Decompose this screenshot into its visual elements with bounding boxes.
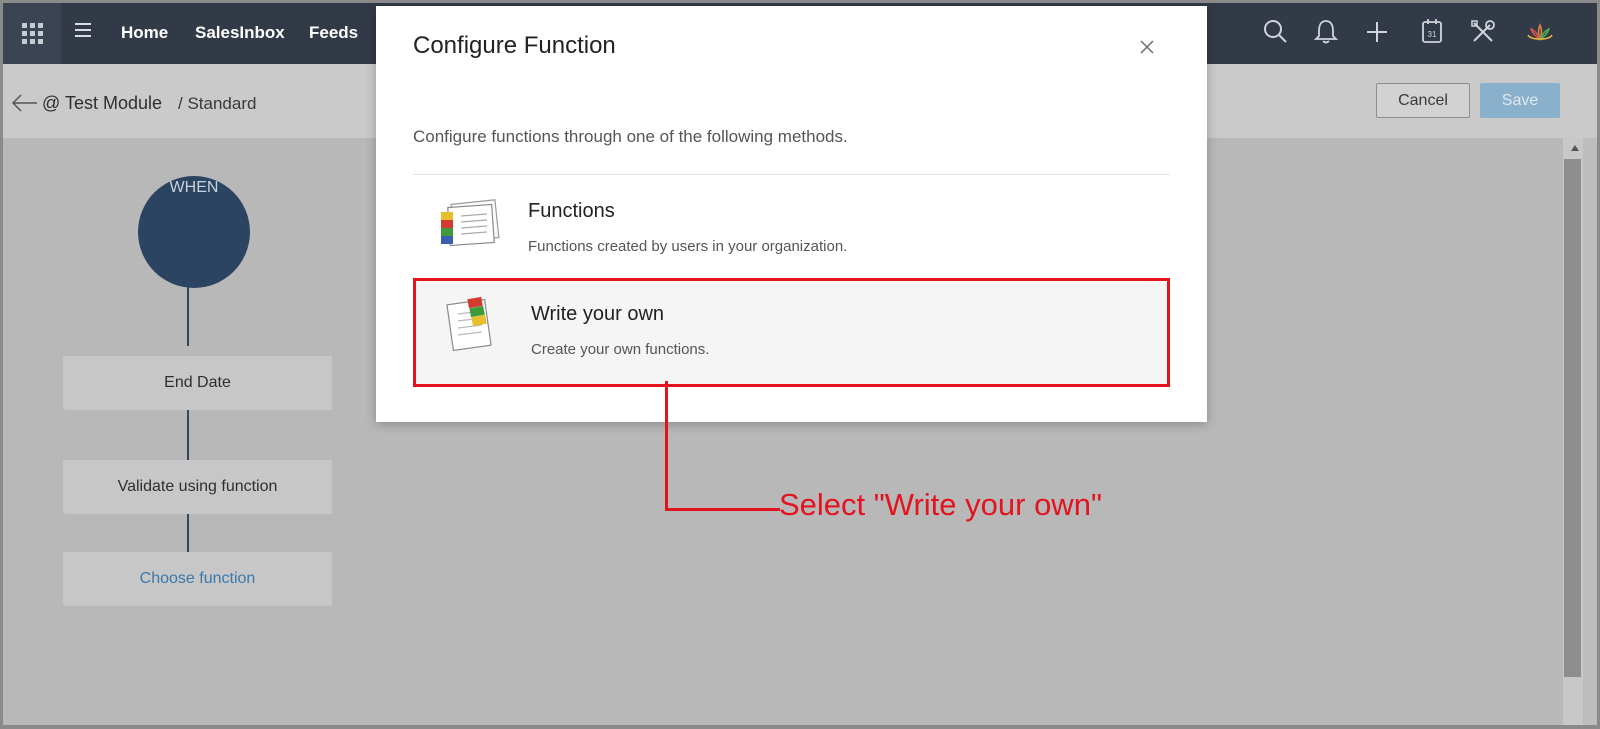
choose-function-link[interactable]: Choose function xyxy=(63,552,332,606)
modal-description: Configure functions through one of the f… xyxy=(413,127,848,146)
nav-salesinbox[interactable]: SalesInbox xyxy=(195,23,285,43)
flow-connector xyxy=(187,410,189,460)
annotation-line-vertical xyxy=(665,381,668,511)
option-functions[interactable]: Functions Functions created by users in … xyxy=(413,176,1170,276)
option-write-title: Write your own xyxy=(531,303,665,325)
flow-connector xyxy=(187,286,189,346)
option-write-your-own[interactable]: Write your own Create your own functions… xyxy=(413,278,1170,387)
app-window: Home SalesInbox Feeds 31 @ Test Module /… xyxy=(0,0,1600,729)
flow-step-end-date[interactable]: End Date xyxy=(63,356,332,410)
save-button[interactable]: Save xyxy=(1480,83,1560,118)
apps-grid-icon[interactable] xyxy=(3,3,61,64)
when-label: WHEN xyxy=(169,179,219,196)
nav-feeds[interactable]: Feeds xyxy=(309,23,358,43)
divider xyxy=(413,174,1170,175)
flow-step-validate[interactable]: Validate using function xyxy=(63,460,332,514)
configure-function-modal: Configure Function Configure functions t… xyxy=(376,6,1207,422)
option-write-subtitle: Create your own functions. xyxy=(531,341,710,358)
annotation-line-horizontal xyxy=(665,508,780,511)
close-icon[interactable] xyxy=(1138,38,1156,56)
nav-home[interactable]: Home xyxy=(121,23,168,43)
menu-icon[interactable] xyxy=(75,23,91,41)
back-arrow-icon[interactable] xyxy=(11,94,39,112)
breadcrumb-layout: / Standard xyxy=(178,94,257,113)
breadcrumb-module[interactable]: @ Test Module xyxy=(42,93,162,114)
plus-icon[interactable] xyxy=(1362,17,1392,47)
scroll-up-arrow-icon[interactable] xyxy=(1571,145,1579,151)
cancel-button[interactable]: Cancel xyxy=(1376,83,1470,118)
logo-icon[interactable] xyxy=(1525,17,1555,47)
flow-connector xyxy=(187,514,189,554)
option-functions-title: Functions xyxy=(528,200,615,222)
scrollbar-thumb[interactable] xyxy=(1564,159,1581,677)
functions-library-icon xyxy=(437,196,501,252)
modal-title: Configure Function xyxy=(413,32,616,59)
write-document-icon xyxy=(440,296,504,352)
calendar-day: 31 xyxy=(1428,30,1437,39)
option-functions-subtitle: Functions created by users in your organ… xyxy=(528,238,848,255)
tools-icon[interactable] xyxy=(1468,17,1498,47)
bell-icon[interactable] xyxy=(1311,17,1341,47)
calendar-icon[interactable]: 31 xyxy=(1417,17,1447,47)
annotation-text: Select "Write your own" xyxy=(779,487,1102,522)
search-icon[interactable] xyxy=(1260,17,1290,47)
